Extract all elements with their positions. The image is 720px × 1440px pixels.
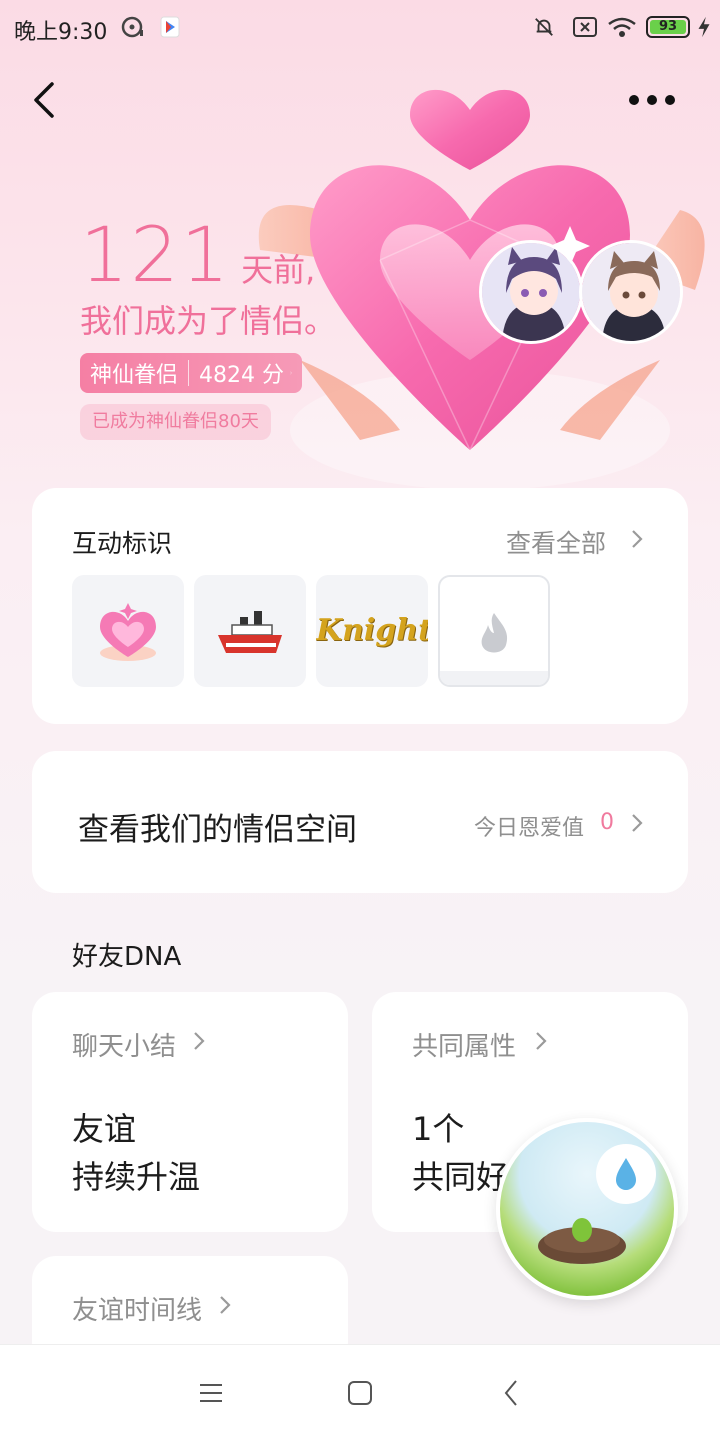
knight-badge-icon: Knight [316,613,428,648]
couple-space-title: 查看我们的情侣空间 [78,812,357,848]
common-attributes-line1: 1个 [412,1110,465,1148]
interaction-marks-title: 互动标识 [72,529,173,558]
charging-icon [698,16,710,38]
play-store-icon [160,16,180,38]
sprout-widget[interactable] [496,1118,678,1300]
heart-gem-badge-icon [100,603,156,661]
chat-summary-title: 聊天小结 [72,1032,177,1062]
level-score: 4824 分 [199,363,284,388]
common-attributes-line2: 共同好 [412,1158,509,1196]
badge-ship[interactable] [194,575,306,687]
friendship-timeline-title: 友谊时间线 [72,1296,203,1326]
avatar-partner-2[interactable] [579,240,683,344]
couple-since-text: 我们成为了情侣。 [80,302,337,340]
badge-heart-gem[interactable] [72,575,184,687]
chevron-right-icon [632,530,643,548]
sprout-island-icon [538,1144,656,1264]
system-nav-bar [0,1344,720,1440]
chevron-right-icon [290,371,292,375]
chevron-right-icon [194,1032,205,1050]
friend-dna-title: 好友DNA [72,942,182,972]
chevron-right-icon [632,814,643,832]
love-value-label: 今日恩爱值 [474,816,585,841]
menu-icon[interactable] [198,1381,224,1405]
flame-badge-icon [440,613,548,685]
love-value: 0 [600,810,614,835]
music-disc-icon [121,16,143,38]
status-time: 晚上9:30 [14,20,108,45]
days-counter: 121 天前, [80,210,315,299]
nav-back-icon[interactable] [502,1379,520,1407]
chevron-right-icon [536,1032,547,1050]
battery-indicator: 93 [646,16,690,38]
status-bar: 晚上9:30 93 [0,0,720,56]
couple-level-badge[interactable]: 神仙眷侣 4824 分 [80,353,302,393]
badge-knight[interactable]: Knight [316,575,428,687]
chevron-right-icon [220,1296,231,1314]
mute-bell-icon [535,18,553,36]
ship-badge-icon [218,611,282,653]
days-suffix: 天前, [241,251,316,289]
battery-level: 93 [650,20,686,34]
chat-summary-line1: 友谊 [72,1110,137,1148]
wifi-icon [608,17,636,37]
back-button[interactable] [24,78,68,122]
see-all-link[interactable]: 查看全部 [506,524,606,560]
home-icon[interactable] [347,1380,373,1406]
days-number: 121 [80,210,232,299]
sim-x-icon [573,17,597,37]
badge-flame[interactable] [438,575,550,687]
common-attributes-title: 共同属性 [412,1032,517,1062]
chat-summary-line2: 持续升温 [72,1158,201,1196]
avatar-partner-1[interactable] [479,240,583,344]
level-duration-badge: 已成为神仙眷侣80天 [80,404,271,440]
level-name: 神仙眷侣 [90,363,179,388]
